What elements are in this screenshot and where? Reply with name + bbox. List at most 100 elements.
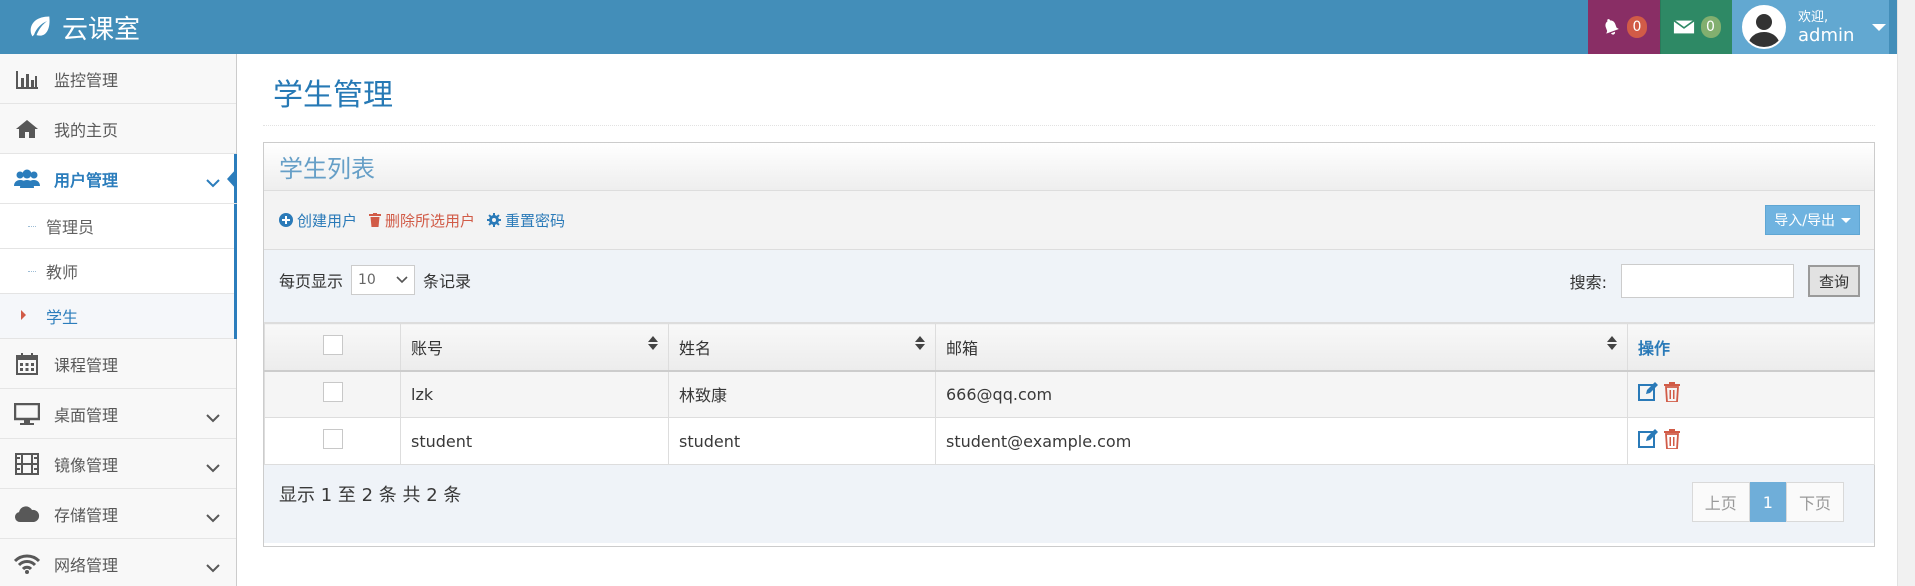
bell-icon (1605, 19, 1619, 35)
sidebar-item-users[interactable]: 用户管理 (0, 154, 237, 204)
select-all-cell (264, 323, 401, 372)
column-header-account[interactable]: 账号 (400, 323, 669, 372)
notifications-button[interactable]: 0 (1588, 0, 1660, 54)
chevron-down-icon (206, 173, 220, 192)
query-button[interactable]: 查询 (1807, 265, 1860, 297)
chevron-down-icon (206, 558, 220, 577)
sidebar-item-label: 课程管理 (54, 355, 119, 375)
avatar (1742, 5, 1786, 49)
delete-icon[interactable] (1664, 429, 1680, 453)
page-size-select[interactable]: 10 (351, 265, 416, 295)
caret-down-icon (1841, 217, 1851, 223)
search-input[interactable] (1620, 264, 1794, 298)
sidebar-subitem-student[interactable]: 学生 (0, 294, 234, 339)
edit-icon[interactable] (1638, 429, 1658, 453)
top-navbar: 云课室 0 0 欢迎, admin (0, 0, 1915, 54)
sidebar-item-images[interactable]: 镜像管理 (0, 439, 236, 489)
table-row: student student student@example.com (264, 417, 1875, 465)
delete-selected-button[interactable]: 删除所选用户 (369, 210, 475, 231)
sidebar: 监控管理 我的主页 用户管理 管理员 教师 学生 课程管理 桌面管理 镜像管理 … (0, 54, 237, 586)
import-export-label: 导入/导出 (1774, 213, 1835, 229)
table-footer: 显示 1 至 2 条 共 2 条 上页 1 下页 (264, 465, 1874, 543)
caret-down-icon (1872, 23, 1887, 31)
sidebar-item-home[interactable]: 我的主页 (0, 104, 236, 154)
navbar-right: 0 0 欢迎, admin (1588, 0, 1889, 54)
cloud-icon (14, 503, 40, 525)
sidebar-subitem-label: 管理员 (46, 218, 95, 237)
widget-title: 学生列表 (264, 143, 1874, 191)
cell-name: 林致康 (668, 370, 936, 418)
reset-password-label: 重置密码 (505, 211, 566, 230)
sort-icon (1607, 335, 1617, 354)
sidebar-item-storage[interactable]: 存储管理 (0, 489, 236, 539)
page-1-button[interactable]: 1 (1749, 482, 1786, 522)
wifi-icon (14, 553, 40, 575)
messages-count-badge: 0 (1700, 16, 1721, 38)
users-icon (14, 168, 40, 190)
chevron-down-icon (206, 458, 220, 477)
plus-circle-icon (279, 213, 293, 227)
brand[interactable]: 云课室 (26, 8, 140, 46)
page-size-value: 10 (358, 272, 376, 288)
scrollbar[interactable] (1897, 0, 1915, 586)
row-select-cell (264, 417, 401, 465)
page-length-suffix: 条记录 (423, 272, 472, 291)
main-content: 学生管理 学生列表 创建用户 删除所选用户 重置密码 导入/导出 每页显示 10… (263, 54, 1875, 547)
prev-page-button[interactable]: 上页 (1691, 482, 1750, 522)
delete-icon[interactable] (1664, 382, 1680, 406)
users-submenu: 管理员 教师 学生 (0, 204, 237, 339)
sidebar-subitem-admin[interactable]: 管理员 (0, 204, 234, 249)
row-checkbox[interactable] (322, 429, 343, 449)
select-all-checkbox[interactable] (322, 334, 343, 355)
reset-password-button[interactable]: 重置密码 (487, 210, 565, 231)
sidebar-item-monitoring[interactable]: 监控管理 (0, 54, 236, 104)
column-header-actions: 操作 (1627, 323, 1875, 372)
pagination: 上页 1 下页 (1691, 482, 1844, 522)
user-menu[interactable]: 欢迎, admin (1732, 0, 1889, 54)
bar-chart-icon (14, 68, 40, 90)
home-icon (14, 118, 40, 140)
sidebar-item-network[interactable]: 网络管理 (0, 539, 236, 586)
sidebar-item-courses[interactable]: 课程管理 (0, 339, 236, 389)
create-user-button[interactable]: 创建用户 (279, 210, 357, 231)
messages-button[interactable]: 0 (1660, 0, 1732, 54)
desktop-icon (14, 402, 40, 425)
sort-icon (648, 335, 658, 354)
sort-icon (915, 335, 925, 354)
table-info: 显示 1 至 2 条 共 2 条 (279, 485, 462, 506)
leaf-icon (30, 16, 50, 37)
sidebar-item-label: 我的主页 (54, 120, 119, 140)
column-header-name[interactable]: 姓名 (668, 323, 936, 372)
chevron-down-icon (206, 408, 220, 427)
page-length-prefix: 每页显示 (279, 272, 344, 291)
column-header-label: 账号 (411, 338, 444, 358)
edit-icon[interactable] (1638, 382, 1658, 406)
cell-account: lzk (400, 370, 669, 418)
page-length-control: 每页显示 10 条记录 (279, 265, 471, 295)
user-name: admin (1798, 25, 1855, 46)
cell-email: 666@qq.com (935, 370, 1628, 418)
cell-actions (1627, 417, 1875, 465)
sidebar-item-desktops[interactable]: 桌面管理 (0, 389, 236, 439)
gear-icon (487, 213, 502, 227)
sidebar-subitem-teacher[interactable]: 教师 (0, 249, 234, 294)
column-header-label: 姓名 (679, 338, 712, 358)
sidebar-item-label: 用户管理 (54, 170, 119, 190)
sidebar-subitem-label: 学生 (46, 308, 79, 327)
row-checkbox[interactable] (322, 382, 343, 403)
sidebar-item-label: 监控管理 (54, 70, 119, 90)
column-header-email[interactable]: 邮箱 (935, 323, 1628, 372)
sidebar-item-label: 桌面管理 (54, 405, 119, 425)
sidebar-item-label: 镜像管理 (54, 455, 119, 475)
search-label: 搜索: (1569, 273, 1607, 292)
import-export-button[interactable]: 导入/导出 (1765, 205, 1860, 235)
sidebar-item-label: 存储管理 (54, 505, 119, 525)
calendar-icon (14, 352, 40, 375)
brand-name: 云课室 (62, 14, 141, 45)
student-list-widget: 学生列表 创建用户 删除所选用户 重置密码 导入/导出 每页显示 10 条记录 … (263, 142, 1875, 547)
next-page-button[interactable]: 下页 (1785, 482, 1844, 522)
trash-icon (369, 213, 382, 227)
film-icon (14, 452, 40, 475)
sidebar-item-label: 网络管理 (54, 555, 119, 575)
students-table: 账号 姓名 邮箱 操作 lzk 林致康 666@qq.com student s… (264, 323, 1875, 465)
